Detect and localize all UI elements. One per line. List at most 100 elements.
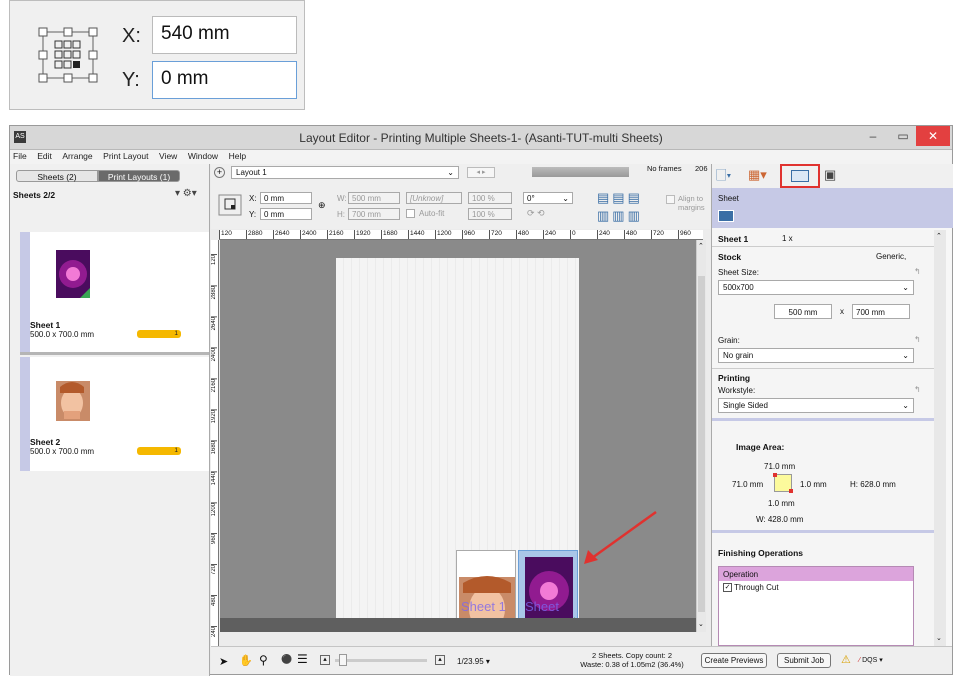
fit-mode-select[interactable]: [Unknow]: [406, 192, 462, 204]
no-frames-label: No frames: [647, 164, 682, 173]
menu-arrange[interactable]: Arrange: [62, 151, 92, 161]
layout-select[interactable]: Layout 1 ⌄: [231, 166, 459, 179]
sheet-height-input[interactable]: 700 mm: [852, 304, 910, 319]
tab-sheets[interactable]: Sheets (2): [16, 170, 98, 182]
sheet-overlay-text: Sheet: [525, 599, 559, 614]
list-item[interactable]: Sheet 2 500.0 x 700.0 mm 1: [20, 357, 209, 471]
x-input[interactable]: 540 mm: [152, 16, 297, 54]
sheet-info: 2 Sheets. Copy count: 2 Waste: 0.38 of 1…: [567, 651, 697, 669]
zoom-slider-handle[interactable]: [339, 654, 347, 666]
margins-label: margins: [678, 203, 705, 212]
color-tab-icon[interactable]: ▦▾: [748, 167, 767, 183]
scale-x-input[interactable]: 100 %: [468, 192, 512, 204]
horizontal-ruler: 120 2880 2640 2400 2160 1920 1680 1440 1200 960 72…: [219, 230, 703, 240]
inspector-scrollbar[interactable]: ⌃ ⌄: [934, 230, 946, 646]
submit-job-button[interactable]: Submit Job: [777, 653, 831, 668]
nav-arrows-icon[interactable]: ◂ ▸: [467, 167, 495, 178]
frames-slider[interactable]: [532, 167, 629, 177]
menu-file[interactable]: File: [13, 151, 27, 161]
menu-edit[interactable]: Edit: [37, 151, 52, 161]
scroll-thumb[interactable]: [698, 276, 705, 612]
warning-icon[interactable]: ⚠: [841, 653, 851, 666]
sheet-name: Sheet 2: [30, 437, 61, 447]
add-layout-icon[interactable]: +: [214, 167, 225, 178]
reset-icon[interactable]: ↰: [914, 335, 921, 344]
margin-left: 71.0 mm: [732, 480, 764, 489]
x-input[interactable]: 0 mm: [260, 192, 312, 204]
menu-window[interactable]: Window: [188, 151, 218, 161]
sheet-tab-highlight[interactable]: [780, 164, 820, 188]
scroll-up-icon[interactable]: ⌃: [698, 242, 704, 250]
hand-tool-icon[interactable]: ✋: [239, 654, 253, 667]
sheet-tab-icon: [791, 170, 809, 182]
dqs-menu[interactable]: ⁄ DQS ▾: [859, 656, 883, 664]
ruler-tick-label: 240: [211, 626, 217, 638]
reference-point-icon[interactable]: [217, 193, 243, 217]
grain-select[interactable]: No grain ⌄: [718, 348, 914, 363]
grain-value: No grain: [723, 351, 754, 360]
scroll-down-icon[interactable]: ⌄: [936, 634, 942, 642]
margin-top: 71.0 mm: [764, 462, 796, 471]
status-bar: ➤ ✋ ⚲ ⚫ ☰ ▴ ▴ 1/23.95 ▾ 2 Sheets. Copy c…: [211, 646, 952, 674]
layout-canvas[interactable]: Sheet 1 Sheet: [220, 240, 696, 632]
sheet-width-input[interactable]: 500 mm: [774, 304, 832, 319]
list-item[interactable]: Sheet 1 500.0 x 700.0 mm 1: [20, 232, 209, 352]
align-icons[interactable]: ▤▤▤: [597, 190, 643, 206]
operations-table: Operation ✓ Through Cut: [718, 566, 914, 646]
table-row[interactable]: ✓ Through Cut: [719, 581, 913, 594]
auto-fit-checkbox[interactable]: [406, 209, 415, 218]
properties: Sheet 1 1 x Stock Generic, Sheet Size: ↰…: [712, 230, 934, 646]
through-cut-checkbox[interactable]: ✓: [723, 583, 732, 593]
sheet-size-value: 500x700: [723, 283, 754, 292]
y-input[interactable]: 0 mm: [260, 208, 312, 220]
layout-tab-icon[interactable]: 🗌▾: [716, 167, 731, 189]
scroll-down-icon[interactable]: ⌄: [698, 620, 704, 628]
sheet-size-select[interactable]: 500x700 ⌄: [718, 280, 914, 295]
sheet-count-info: 2 Sheets. Copy count: 2: [591, 651, 673, 660]
ruler-tick-label: 240: [597, 230, 610, 239]
link-icon[interactable]: ⊕: [318, 200, 326, 211]
zoom-tool-icon[interactable]: ⚲: [259, 653, 268, 667]
h-input[interactable]: 700 mm: [348, 208, 400, 220]
reset-icon[interactable]: ↰: [914, 385, 921, 394]
maximize-icon[interactable]: ▭: [886, 126, 920, 146]
menu-help[interactable]: Help: [229, 151, 246, 161]
scale-y-input[interactable]: 100 %: [468, 208, 512, 220]
pointer-tool-icon[interactable]: ➤: [219, 655, 228, 668]
sheet-title: Sheet 1: [718, 234, 749, 244]
w-input[interactable]: 500 mm: [348, 192, 400, 204]
close-icon[interactable]: ✕: [916, 126, 950, 146]
distribute-icons[interactable]: ▥▥▥: [597, 208, 643, 224]
zoom-slider[interactable]: [335, 654, 427, 666]
marker-icon[interactable]: ⚫: [281, 654, 292, 665]
rotate-icon[interactable]: ⟳ ⟲: [527, 208, 545, 219]
tab-print-layouts[interactable]: Print Layouts (1): [98, 170, 180, 182]
y-input[interactable]: 0 mm: [152, 61, 297, 99]
minimize-icon[interactable]: –: [856, 126, 890, 146]
finishing-label: Finishing Operations: [718, 548, 804, 558]
ruler-tick-label: 1920: [354, 230, 370, 239]
align-to-margins-checkbox[interactable]: [666, 195, 675, 204]
zoom-in-icon[interactable]: ▴: [435, 655, 445, 665]
panel-options-icon[interactable]: ▾ ⚙▾: [175, 188, 197, 199]
workstyle-select[interactable]: Single Sided ⌄: [718, 398, 914, 413]
zoom-out-icon[interactable]: ▴: [320, 655, 330, 665]
arrow-annotation-icon: [584, 510, 657, 564]
zoom-level[interactable]: 1/23.95 ▾: [457, 657, 490, 666]
corner-marker: [789, 489, 793, 493]
ruler-tick-label: 1200: [435, 230, 451, 239]
reference-point-icon[interactable]: [37, 26, 99, 84]
create-previews-button[interactable]: Create Previews: [701, 653, 767, 668]
sheet-name: Sheet 1: [30, 320, 61, 330]
reset-icon[interactable]: ↰: [914, 267, 921, 276]
ruler-tick-label: 1440: [211, 471, 217, 486]
title-bar: AS Layout Editor - Printing Multiple She…: [10, 126, 952, 150]
settings-sliders-icon[interactable]: ☰: [297, 652, 308, 666]
menu-view[interactable]: View: [159, 151, 177, 161]
canvas-scrollbar[interactable]: ⌃ ⌄: [696, 240, 706, 632]
menu-print-layout[interactable]: Print Layout: [103, 151, 148, 161]
scroll-up-icon[interactable]: ⌃: [936, 232, 942, 240]
rotation-select[interactable]: 0° ⌄: [523, 192, 573, 204]
ruler-tick-label: 2400: [300, 230, 316, 239]
finishing-tab-icon[interactable]: ▣: [824, 167, 836, 183]
